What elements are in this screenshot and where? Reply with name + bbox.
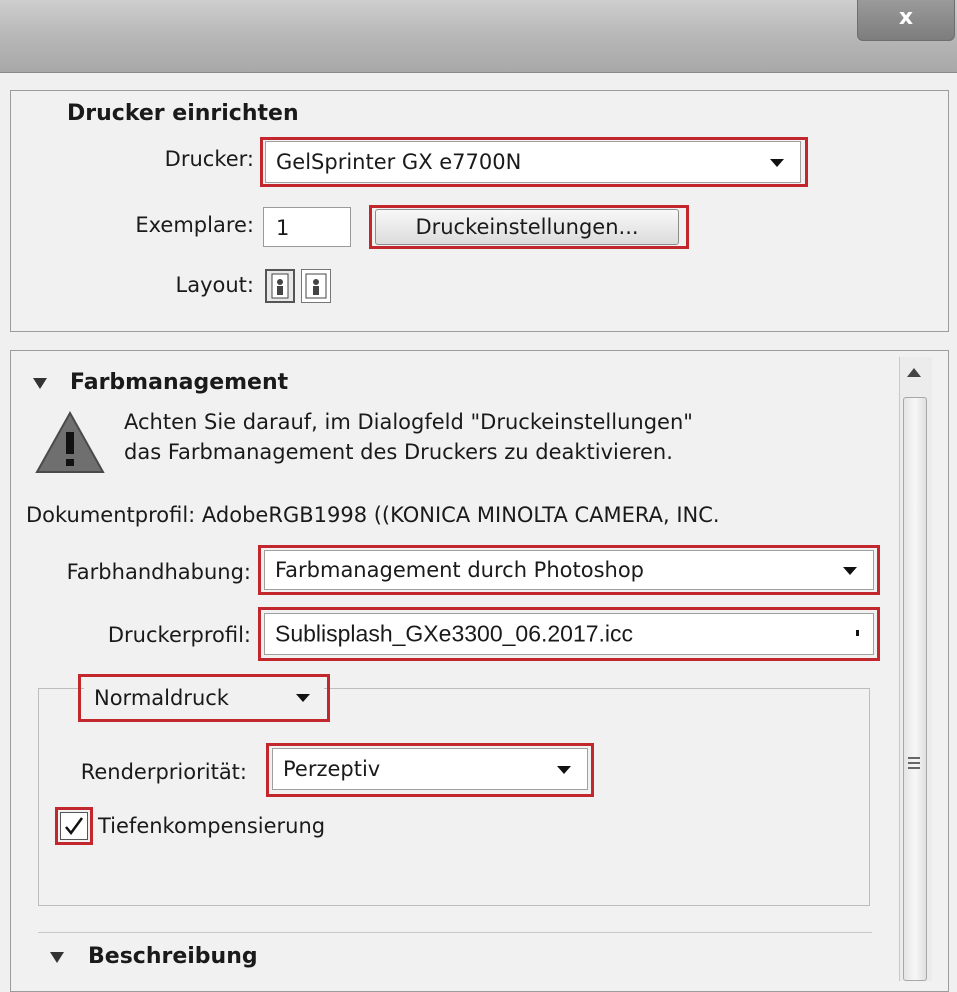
printer-label: Drucker: — [164, 147, 254, 171]
landscape-layout-icon[interactable] — [301, 269, 331, 303]
black-point-highlight — [55, 807, 93, 845]
rendering-intent-label: Renderpriorität: — [80, 760, 247, 784]
color-handling-label: Farbhandhabung: — [66, 560, 251, 584]
printer-setup-heading: Drucker einrichten — [67, 101, 299, 126]
printer-profile-highlight — [258, 607, 880, 661]
layout-label: Layout: — [175, 273, 254, 297]
expand-triangle-icon[interactable] — [50, 952, 64, 963]
scrollbar-thumb[interactable] — [903, 397, 927, 981]
black-point-label[interactable]: Tiefenkompensierung — [98, 814, 325, 838]
color-management-heading: Farbmanagement — [70, 370, 289, 395]
copies-label: Exemplare: — [135, 213, 254, 237]
scroll-grip-icon — [908, 757, 920, 769]
print-settings-highlight — [369, 205, 689, 249]
copies-value: 1 — [276, 216, 290, 240]
color-handling-highlight — [258, 545, 880, 595]
scroll-up-icon[interactable] — [907, 368, 921, 377]
printer-setup-panel: Drucker einrichten Drucker: GelSprinter … — [10, 90, 949, 332]
description-divider — [38, 932, 872, 933]
copies-input[interactable]: 1 — [263, 207, 351, 247]
expand-triangle-icon[interactable] — [33, 378, 47, 389]
warning-text-line2: das Farbmanagement des Druckers zu deakt… — [124, 440, 673, 464]
warning-text-line1: Achten Sie darauf, im Dialogfeld "Drucke… — [124, 410, 693, 434]
printer-select-highlight — [260, 137, 808, 187]
printer-profile-label: Druckerprofil: — [107, 623, 251, 647]
title-bar: x — [0, 0, 957, 73]
print-mode-highlight — [78, 674, 330, 722]
close-icon: x — [898, 5, 914, 30]
document-profile: Dokumentprofil: AdobeRGB1998 ((KONICA MI… — [26, 503, 720, 527]
close-button[interactable]: x — [857, 0, 955, 41]
description-heading: Beschreibung — [88, 944, 258, 969]
portrait-layout-icon[interactable] — [265, 269, 295, 303]
rendering-intent-highlight — [266, 743, 594, 797]
warning-icon — [34, 410, 106, 480]
